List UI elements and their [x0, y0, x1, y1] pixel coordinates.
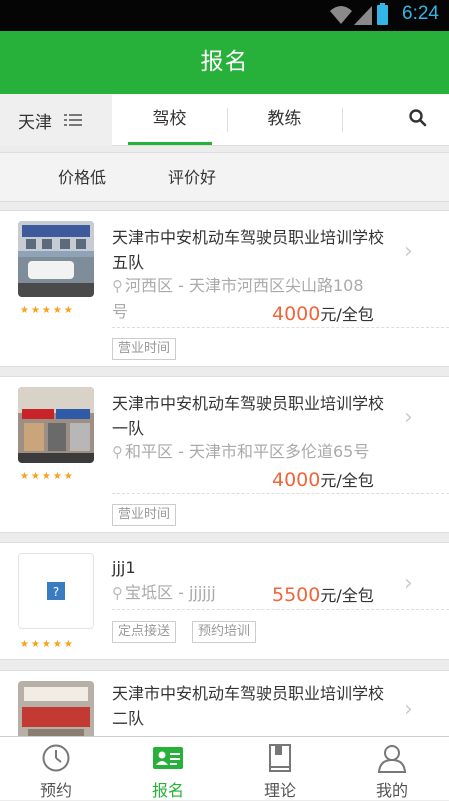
price-amount: 4000	[272, 303, 321, 325]
status-time: 6:24	[402, 3, 439, 24]
bottom-nav: 预约 报名 理论 我的	[0, 736, 449, 800]
school-photo	[18, 387, 94, 463]
school-district: 河西区	[125, 276, 174, 295]
tab-divider	[342, 108, 343, 132]
nav-label: 预约	[39, 781, 72, 800]
city-selector[interactable]: 天津	[0, 94, 112, 146]
school-photo	[18, 221, 94, 297]
price-amount: 4000	[272, 469, 321, 491]
school-photo	[18, 681, 94, 736]
nav-item-booking[interactable]: 预约	[0, 737, 112, 801]
school-card[interactable]: ★★★★★ 天津市中安机动车驾驶员职业培训学校一队 ⚲ 和平区 - 天津市和平区多…	[0, 376, 449, 533]
school-district: 和平区	[125, 442, 174, 461]
nav-label: 报名	[151, 781, 184, 800]
school-name: 天津市中安机动车驾驶员职业培训学校一队	[112, 394, 385, 438]
school-price: 5500元/全包	[272, 582, 374, 606]
school-price: 4000元/全包	[272, 301, 374, 325]
school-address-text: jjjjjj	[188, 583, 216, 602]
nav-label: 理论	[263, 781, 296, 800]
school-district: 宝坻区	[125, 583, 174, 602]
location-pin-icon: ⚲	[112, 584, 123, 602]
chevron-right-icon: ›	[404, 697, 413, 722]
school-name: jjj1	[112, 558, 136, 577]
filter-price-low[interactable]: 价格低	[58, 153, 106, 203]
filter-rating-good[interactable]: 评价好	[168, 153, 216, 203]
tag-booking-training: 预约培训	[192, 621, 257, 643]
tab-driving-school[interactable]: 驾校	[112, 94, 227, 146]
nav-item-theory[interactable]: 理论	[224, 737, 336, 801]
tag-business-hours: 营业时间	[112, 338, 177, 360]
chevron-right-icon: ›	[404, 571, 413, 596]
user-icon	[377, 745, 407, 773]
price-unit: 元/全包	[320, 305, 374, 324]
price-unit: 元/全包	[320, 586, 374, 605]
id-card-icon	[153, 747, 183, 769]
school-card[interactable]: ★★★★★ 天津市中安机动车驾驶员职业培训学校五队 ⚲ 河西区 - 天津市河西区尖…	[0, 210, 449, 367]
search-icon[interactable]	[408, 108, 428, 128]
price-unit: 元/全包	[320, 471, 374, 490]
chevron-right-icon: ›	[404, 405, 413, 430]
star-rating: ★★★★★	[20, 639, 75, 650]
school-card[interactable]: ? ★★★★★ jjj1 ⚲ 宝坻区 - jjjjjj 5500元/全包 › 定点…	[0, 542, 449, 660]
divider	[112, 493, 449, 494]
divider	[112, 327, 449, 328]
book-icon	[269, 744, 291, 772]
school-address-text: 天津市和平区多伦道65号	[188, 442, 370, 461]
nav-item-mine[interactable]: 我的	[336, 737, 448, 801]
signal-icon	[354, 6, 372, 25]
active-tab-indicator	[128, 142, 212, 145]
placeholder-image-icon: ?	[18, 553, 94, 629]
divider	[112, 609, 449, 610]
location-pin-icon: ⚲	[112, 277, 123, 295]
location-pin-icon: ⚲	[112, 443, 123, 461]
filter-bar: 价格低 评价好	[0, 152, 449, 202]
tag-business-hours: 营业时间	[112, 504, 177, 526]
nav-item-signup[interactable]: 报名	[112, 737, 224, 801]
status-bar: 6:24	[0, 0, 449, 31]
tab-bar: 天津 驾校 教练	[0, 94, 449, 146]
tag-pickup-service: 定点接送	[112, 621, 177, 643]
chevron-right-icon: ›	[404, 239, 413, 264]
school-card[interactable]: 天津市中安机动车驾驶员职业培训学校二队 ›	[0, 670, 449, 736]
price-amount: 5500	[272, 584, 321, 606]
clock-icon	[42, 744, 70, 772]
city-label: 天津	[18, 112, 52, 133]
svg-text:?: ?	[53, 585, 59, 599]
school-address: ⚲ 和平区 - 天津市和平区多伦道65号	[112, 442, 370, 461]
school-name: 天津市中安机动车驾驶员职业培训学校二队	[112, 684, 385, 728]
wifi-icon	[330, 6, 352, 24]
page-title: 报名	[0, 31, 449, 94]
school-price: 4000元/全包	[272, 467, 374, 491]
star-rating: ★★★★★	[20, 305, 75, 316]
list-icon	[64, 114, 82, 126]
tab-coach[interactable]: 教练	[227, 94, 342, 146]
battery-icon	[377, 3, 388, 25]
nav-label: 我的	[375, 781, 408, 800]
star-rating: ★★★★★	[20, 471, 75, 482]
school-name: 天津市中安机动车驾驶员职业培训学校五队	[112, 228, 385, 272]
